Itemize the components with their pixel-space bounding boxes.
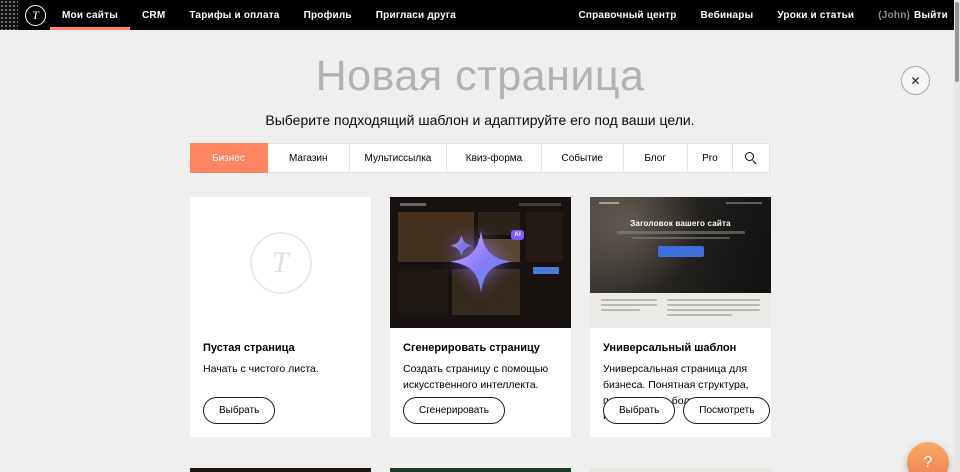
card-title: Универсальный шаблон: [603, 342, 758, 354]
preview-heading: Заголовок вашего сайта: [630, 219, 731, 228]
template-cards-row: T Пустая страница Начать с чистого листа…: [190, 197, 770, 437]
nav-item-help-center[interactable]: Справочный центр: [566, 0, 688, 30]
template-card-partial: [590, 468, 771, 472]
template-category-tabs: Бизнес Магазин Мультиссылка Квиз-форма С…: [190, 143, 770, 173]
preview-cta-button: [658, 246, 704, 257]
nav-item-plans[interactable]: Тарифы и оплата: [177, 0, 291, 30]
ai-generate-preview: AI: [390, 197, 571, 328]
card-description: Начать с чистого листа.: [203, 362, 358, 378]
scrollbar-thumb[interactable]: [955, 2, 959, 82]
tab-blog[interactable]: Блог: [624, 144, 688, 172]
choose-button[interactable]: Выбрать: [203, 397, 275, 424]
tab-pro[interactable]: Pro: [688, 144, 733, 172]
search-icon: [745, 152, 757, 164]
card-description: Создать страницу с помощью искусственног…: [403, 362, 558, 394]
blank-page-preview: T: [190, 197, 371, 328]
logout-link[interactable]: (John) Выйти: [866, 0, 960, 30]
app-window: T Мои сайты CRM Тарифы и оплата Профиль …: [0, 0, 960, 472]
tilda-watermark-icon: T: [250, 232, 312, 294]
template-card-partial: [190, 468, 371, 472]
close-icon[interactable]: ✕: [901, 66, 930, 95]
new-page-dialog: ✕ Новая страница Выберите подходящий шаб…: [0, 52, 960, 472]
nav-item-invite-friend[interactable]: Пригласи друга: [364, 0, 468, 30]
logout-label: Выйти: [914, 10, 948, 21]
tab-search[interactable]: [733, 144, 769, 172]
preview-button[interactable]: Посмотреть: [683, 397, 770, 424]
ai-sparkle-icon: [448, 228, 514, 294]
tilda-pattern-strip: [0, 0, 18, 30]
nav-item-webinars[interactable]: Вебинары: [689, 0, 766, 30]
tab-business[interactable]: Бизнес: [190, 143, 268, 173]
nav-item-profile[interactable]: Профиль: [292, 0, 364, 30]
page-title: Новая страница: [0, 52, 960, 100]
tab-shop[interactable]: Магазин: [268, 144, 350, 172]
tab-multilink[interactable]: Мультиссылка: [350, 144, 448, 172]
tab-event[interactable]: Событие: [542, 144, 624, 172]
blank-page-card: T Пустая страница Начать с чистого листа…: [190, 197, 371, 437]
nav-item-lessons[interactable]: Уроки и статьи: [765, 0, 866, 30]
universal-template-preview: Заголовок вашего сайта: [590, 197, 771, 328]
tab-quiz-form[interactable]: Квиз-форма: [447, 144, 542, 172]
user-name: (John): [878, 10, 910, 21]
template-cards-row-2: [190, 468, 770, 472]
card-title: Сгенерировать страницу: [403, 342, 558, 354]
template-card-partial: [390, 468, 571, 472]
top-navigation-bar: T Мои сайты CRM Тарифы и оплата Профиль …: [0, 0, 960, 30]
help-button[interactable]: ?: [907, 442, 949, 472]
generate-button[interactable]: Сгенерировать: [403, 397, 505, 424]
main-nav: Мои сайты CRM Тарифы и оплата Профиль Пр…: [50, 0, 468, 30]
scrollbar-track[interactable]: [954, 0, 960, 472]
page-subtitle: Выберите подходящий шаблон и адаптируйте…: [0, 112, 960, 128]
nav-item-crm[interactable]: CRM: [130, 0, 177, 30]
secondary-nav: Справочный центр Вебинары Уроки и статьи…: [566, 0, 960, 30]
tilda-logo[interactable]: T: [25, 5, 46, 26]
nav-item-my-sites[interactable]: Мои сайты: [50, 0, 130, 30]
universal-template-card: Заголовок вашего сайта: [590, 197, 771, 437]
generate-page-card: AI Сгенерировать страницу Создать страни…: [390, 197, 571, 437]
card-title: Пустая страница: [203, 342, 358, 354]
ai-badge: AI: [511, 230, 524, 240]
choose-button[interactable]: Выбрать: [603, 397, 675, 424]
